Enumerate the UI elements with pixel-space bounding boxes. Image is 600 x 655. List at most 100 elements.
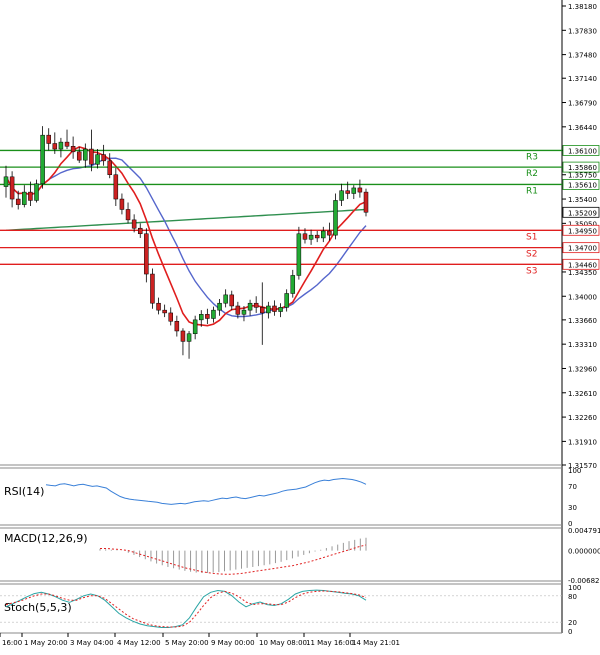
candle-body [107, 160, 112, 175]
candle-body [186, 333, 192, 342]
candle-body [137, 227, 143, 235]
candle-body [290, 275, 296, 294]
candle-body [235, 305, 241, 315]
candle-body [296, 233, 302, 276]
candle-body [64, 141, 70, 147]
candle-body [40, 134, 45, 185]
candle-body [314, 234, 320, 239]
candle-body [205, 314, 210, 319]
candle-body [125, 209, 131, 221]
candle-body [76, 151, 82, 161]
candle-body [58, 141, 64, 150]
level-name-r3: R3 [526, 152, 538, 162]
candle-body [345, 190, 350, 194]
candle-body [150, 273, 155, 304]
candle-body [192, 319, 198, 335]
stoch-tick-label: 100 [568, 584, 581, 592]
time-tick-label: 5 May 20:00 [165, 639, 209, 647]
time-tick-label: 1 May 20:00 [24, 639, 68, 647]
time-tick-label: 4 May 12:00 [117, 639, 161, 647]
macd-tick-label: 0.004791 [568, 527, 600, 535]
candle-body [247, 302, 253, 311]
rsi-tick-label: 100 [568, 467, 581, 475]
rsi-title: RSI(14) [4, 485, 44, 498]
candle-body [34, 183, 39, 201]
price-tick-label: 1.38180 [568, 3, 597, 11]
candle-body [131, 219, 137, 229]
page-background [0, 0, 600, 651]
candle-body [144, 233, 149, 275]
level-price-label: 1.34460 [568, 261, 597, 269]
candle-body [83, 148, 88, 161]
candle-body [174, 321, 180, 332]
candle-body [241, 309, 247, 315]
candle-body [333, 200, 338, 236]
candle-body [211, 309, 216, 319]
current-price-label: 1.35209 [568, 209, 597, 217]
price-tick-label: 1.35750 [568, 172, 597, 180]
time-tick-label: 10 May 08:00 [259, 639, 307, 647]
level-name-r1: R1 [526, 186, 538, 196]
candle-body [9, 176, 15, 200]
stoch-tick-label: 80 [568, 593, 577, 601]
candle-body [351, 187, 357, 194]
candle-body [284, 293, 289, 308]
candle-body [253, 302, 259, 308]
rsi-tick-label: 70 [568, 483, 577, 491]
candle-body [156, 302, 161, 311]
level-name-s2: S2 [526, 250, 537, 260]
level-price-label: 1.35860 [568, 164, 597, 172]
candle-body [266, 305, 271, 314]
candle-body [22, 191, 27, 205]
time-tick-label: 11 May 16:00 [306, 639, 354, 647]
rsi-tick-label: 30 [568, 504, 577, 512]
level-name-s1: S1 [526, 232, 537, 242]
candle-body [89, 148, 94, 165]
candle-body [15, 198, 21, 205]
price-tick-label: 1.33310 [568, 341, 597, 349]
candle-body [101, 154, 106, 162]
candle-body [363, 191, 369, 213]
candle-body [278, 307, 283, 312]
level-price-label: 1.34700 [568, 245, 597, 253]
candle-body [52, 143, 58, 150]
candle-body [46, 134, 51, 144]
time-tick-label: 14 May 21:01 [352, 639, 400, 647]
price-tick-label: 1.36440 [568, 124, 597, 132]
price-tick-label: 1.32610 [568, 390, 597, 398]
candle-body [308, 234, 314, 240]
price-tick-label: 1.32260 [568, 414, 597, 422]
level-name-s3: S3 [526, 266, 537, 276]
candle-body [321, 230, 326, 239]
price-tick-label: 1.34350 [568, 269, 597, 277]
candle-body [168, 312, 173, 322]
level-name-r2: R2 [526, 169, 538, 179]
time-tick-label: 16:00 [2, 639, 22, 647]
candle-body [113, 174, 119, 200]
candle-body [70, 146, 76, 153]
candle-body [95, 154, 100, 165]
price-tick-label: 1.32960 [568, 365, 597, 373]
candle-body [229, 294, 235, 307]
candle-body [357, 187, 363, 193]
level-price-label: 1.35610 [568, 181, 597, 189]
price-tick-label: 1.37830 [568, 27, 597, 35]
macd-tick-label: 0.000000 [568, 548, 600, 556]
price-tick-label: 1.36790 [568, 100, 597, 108]
chart-root: 1.38180 1.37830 1.37480 1.37140 1.36790 1.364… [0, 0, 600, 651]
time-tick-label: 9 May 00:00 [211, 639, 255, 647]
candle-body [3, 176, 9, 187]
price-tick-label: 1.37480 [568, 52, 597, 60]
candle-body [217, 302, 222, 311]
candle-body [272, 305, 277, 312]
candle-body [260, 307, 265, 314]
price-tick-label: 1.34000 [568, 293, 597, 301]
price-tick-label: 1.31910 [568, 438, 597, 446]
price-tick-label: 1.37140 [568, 75, 597, 83]
price-tick-label: 1.33660 [568, 317, 597, 325]
price-tick-label: 1.35400 [568, 196, 597, 204]
candle-body [327, 230, 332, 236]
candle-body [162, 309, 167, 314]
candle-body [339, 190, 344, 201]
stoch-tick-label: 0 [568, 628, 572, 636]
